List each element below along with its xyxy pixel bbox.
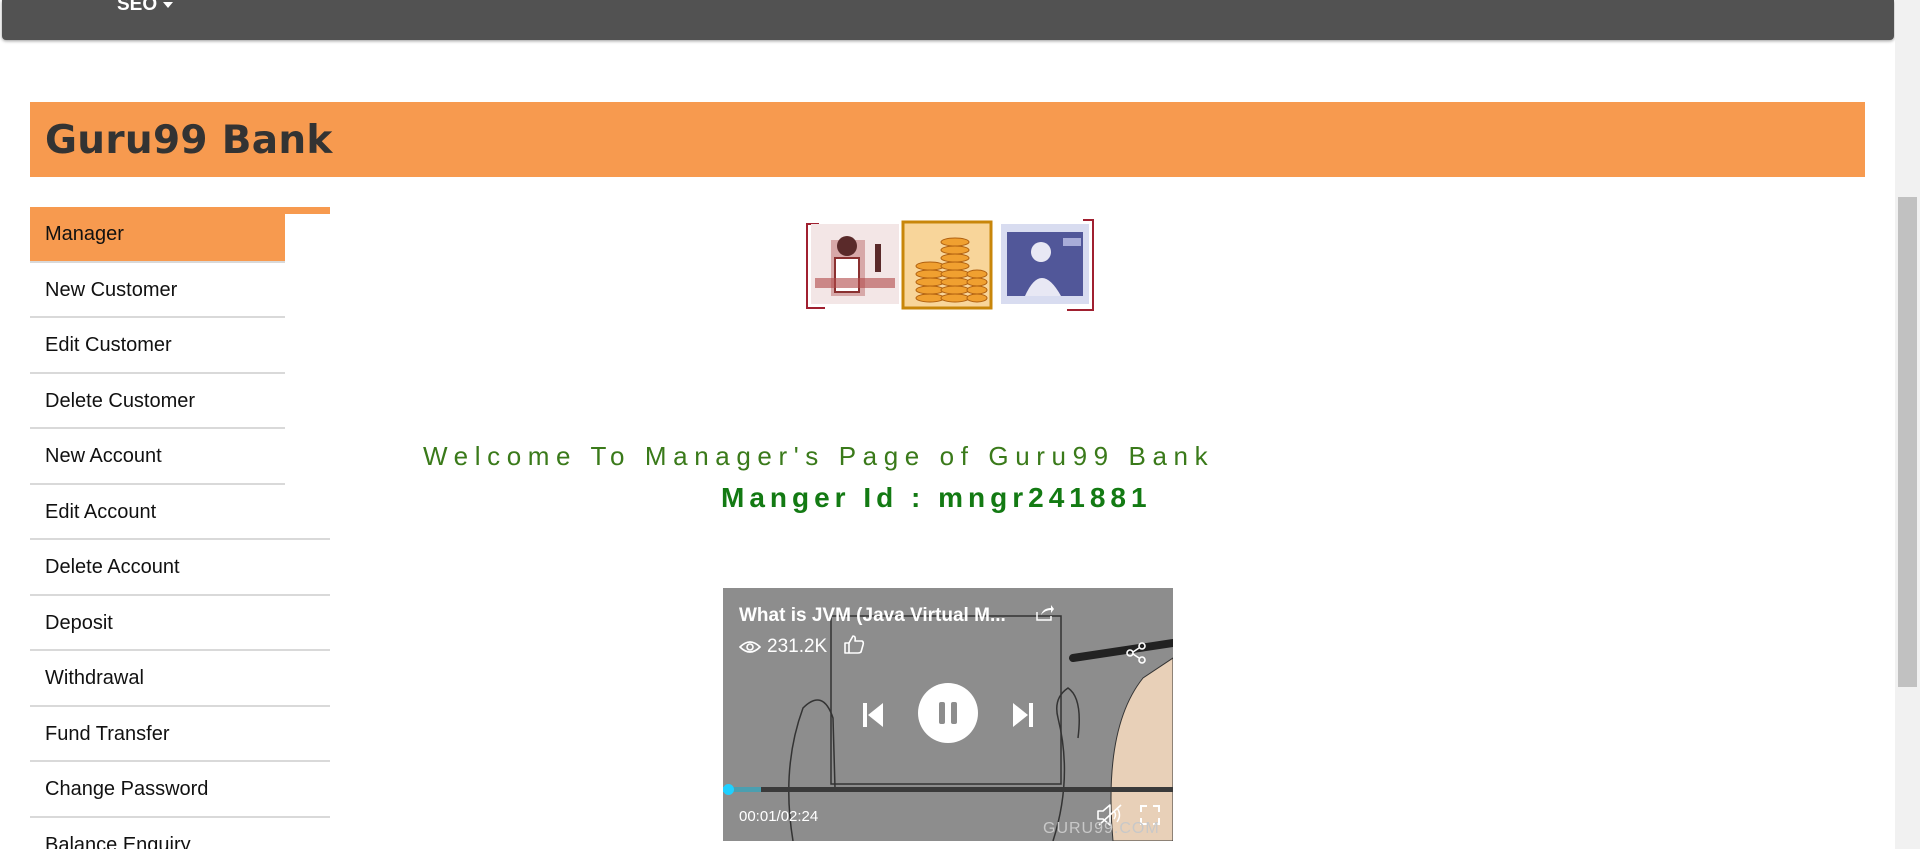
sidebar-item-label: Balance Enquiry (45, 833, 191, 849)
sidebar-item-label: Manager (45, 223, 124, 245)
sidebar-item-fund-transfer[interactable]: Fund Transfer (30, 707, 330, 762)
view-count: 231.2K (739, 636, 827, 658)
vertical-scrollbar[interactable] (1895, 0, 1920, 849)
video-title[interactable]: What is JVM (Java Virtual M... (739, 605, 1006, 627)
seo-menu-label: SEO (117, 0, 158, 15)
manager-id-text: Manger Id : mngr241881 (721, 482, 1152, 513)
sidebar-item-change-password[interactable]: Change Password (30, 762, 330, 818)
sidebar-item-new-account[interactable]: New Account (30, 429, 330, 485)
sidebar-item-label: Fund Transfer (45, 722, 170, 745)
sidebar-item-balance-enquiry[interactable]: Balance Enquiry (30, 818, 330, 849)
sidebar-item-delete-account[interactable]: Delete Account (30, 540, 330, 596)
sidebar-item-label: Delete Customer (45, 389, 196, 412)
welcome-heading: Welcome To Manager's Page of Guru99 Bank (423, 441, 1215, 471)
sidebar-item-label: Withdrawal (45, 667, 144, 689)
sidebar-item-edit-account[interactable]: Edit Account (30, 485, 330, 540)
sidebar-item-label: Change Password (45, 778, 209, 800)
eye-icon (739, 641, 761, 653)
share-icon[interactable] (1125, 642, 1147, 664)
view-count-value: 231.2K (767, 636, 828, 657)
next-track-icon[interactable] (1011, 701, 1035, 729)
scrollbar-thumb[interactable] (1898, 197, 1917, 687)
sidebar-accent-bar (285, 207, 330, 214)
sidebar-menu: Manager New Customer Edit Customer Delet… (30, 207, 330, 849)
caret-down-icon (163, 1, 174, 8)
progress-track[interactable] (723, 787, 1173, 792)
previous-track-icon[interactable] (861, 701, 885, 729)
seo-menu-dropdown[interactable]: SEO (117, 0, 174, 16)
sidebar-item-withdrawal[interactable]: Withdrawal (30, 651, 330, 707)
video-player[interactable]: What is JVM (Java Virtual M... 231.2K 00… (723, 588, 1173, 841)
sidebar-item-label: New Customer (45, 278, 178, 301)
sidebar-item-new-customer[interactable]: New Customer (30, 263, 330, 318)
bank-banner: Guru99 Bank (30, 102, 1865, 177)
pause-icon[interactable] (918, 683, 978, 743)
sidebar-item-deposit[interactable]: Deposit (30, 596, 330, 651)
bank-logo (806, 219, 1094, 311)
share-arrow-icon[interactable] (1035, 604, 1055, 622)
sidebar-item-edit-customer[interactable]: Edit Customer (30, 318, 330, 374)
sidebar-item-label: New Account (45, 445, 162, 467)
bank-title: Guru99 Bank (45, 118, 333, 163)
sidebar-item-label: Delete Account (45, 556, 180, 578)
video-time: 00:01/02:24 (739, 808, 819, 825)
like-thumb-icon[interactable] (843, 633, 865, 655)
sidebar-item-label: Edit Customer (45, 334, 172, 356)
sidebar-item-delete-customer[interactable]: Delete Customer (30, 374, 330, 429)
sidebar-item-manager[interactable]: Manager (30, 207, 285, 263)
video-watermark: GURU99.COM (1043, 820, 1160, 837)
sidebar-item-label: Edit Account (45, 500, 157, 523)
page: SEO Guru99 Bank Manager New Customer Edi… (0, 0, 1920, 849)
top-navbar: SEO (2, 0, 1894, 40)
sidebar-item-label: Deposit (45, 611, 113, 634)
